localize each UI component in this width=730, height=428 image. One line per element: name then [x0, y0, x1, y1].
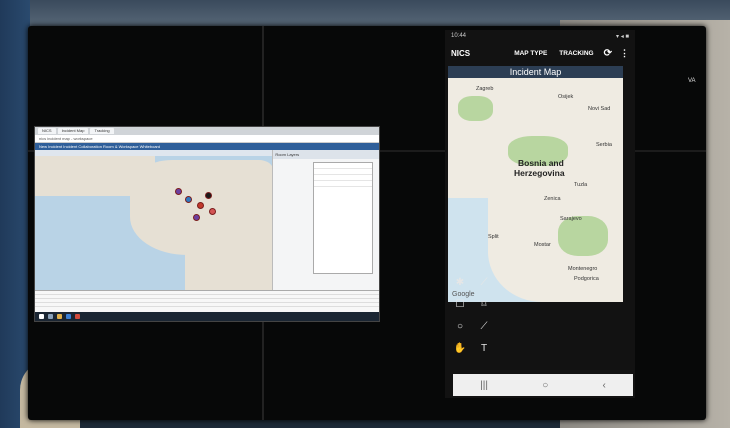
place-label: Serbia: [596, 142, 612, 148]
incident-marker[interactable]: [209, 208, 216, 215]
browser-tab[interactable]: Tracking: [90, 128, 114, 134]
place-label: Montenegro: [568, 266, 598, 272]
home-icon[interactable]: ○: [542, 380, 548, 391]
layers-panel: Room Layers: [272, 150, 379, 290]
place-label: Tuzla: [574, 182, 588, 188]
data-table: [35, 290, 379, 313]
park-area: [558, 216, 608, 256]
app-bar: NICS MAP TYPE TRACKING ⟳ ⋮: [445, 42, 635, 64]
incident-marker[interactable]: [205, 192, 212, 199]
hand-tool-icon[interactable]: ✋: [451, 340, 469, 358]
place-label: Podgorica: [574, 276, 599, 282]
layers-list[interactable]: [313, 162, 374, 274]
incident-marker[interactable]: [193, 214, 200, 221]
place-label: Split: [488, 234, 499, 240]
circle-tool-icon[interactable]: ○: [451, 318, 469, 336]
place-label: Zenica: [544, 196, 561, 202]
refresh-icon[interactable]: ⟳: [604, 48, 612, 59]
browser-tab[interactable]: Incident Map: [57, 128, 89, 134]
tracking-button[interactable]: TRACKING: [559, 50, 593, 57]
folder-icon[interactable]: [57, 314, 62, 319]
windows-start-icon[interactable]: [39, 314, 44, 319]
status-time: 10:44: [451, 33, 467, 39]
status-icons: ▾ ◂ ■: [616, 33, 629, 40]
place-label: Sarajevo: [560, 216, 582, 222]
taskbar: [35, 312, 379, 321]
browser-icon[interactable]: [66, 314, 71, 319]
drawing-toolbar: ✱ ⟋ ☐ ⌑ ○ ⟋ ✋ T: [451, 274, 497, 366]
place-label: Osijek: [558, 94, 574, 100]
table-row[interactable]: [35, 303, 379, 307]
android-nav-bar: ||| ○ ‹: [453, 374, 633, 396]
incident-marker[interactable]: [197, 202, 204, 209]
layers-panel-title: Room Layers: [273, 150, 379, 159]
incident-marker[interactable]: [185, 196, 192, 203]
park-area: [458, 96, 493, 121]
place-label: Zagreb: [476, 86, 494, 92]
browser-tab-bar: NICS Incident Map Tracking: [35, 127, 379, 135]
app-header: New Incident Incident Collaboration Room…: [35, 143, 379, 150]
app-icon[interactable]: [75, 314, 80, 319]
map-header: Incident Map: [448, 66, 623, 78]
rectangle-tool-icon[interactable]: ☐: [451, 296, 469, 314]
incident-map[interactable]: Incident Map Zagreb Osijek Bosnia and He…: [448, 66, 623, 302]
desktop-screen: NICS Incident Map Tracking nics incident…: [34, 126, 380, 322]
address-text: nics incident map - workspace: [39, 136, 93, 141]
app-title: NICS: [451, 48, 471, 58]
more-vert-icon[interactable]: ⋮: [620, 48, 629, 59]
line-tool-icon[interactable]: ⟋: [475, 274, 493, 292]
polygon-tool-icon[interactable]: ⌑: [475, 296, 493, 314]
place-label: Novi Sad: [588, 106, 611, 112]
desktop-map[interactable]: [35, 150, 273, 290]
tablet-screen: 10:44 ▾ ◂ ■ NICS MAP TYPE TRACKING ⟳ ⋮ I…: [445, 30, 635, 398]
place-label: Herzegovina: [514, 168, 565, 178]
browser-tab[interactable]: NICS: [38, 128, 56, 134]
back-icon[interactable]: ‹: [603, 380, 606, 391]
list-item[interactable]: [314, 181, 373, 187]
place-label: Bosnia and: [518, 158, 564, 168]
side-tag: VA: [688, 78, 696, 84]
search-icon[interactable]: [48, 314, 53, 319]
address-bar[interactable]: nics incident map - workspace: [35, 135, 379, 143]
incident-marker[interactable]: [175, 188, 182, 195]
room-wall-left: [0, 0, 30, 428]
asterisk-tool-icon[interactable]: ✱: [451, 274, 469, 292]
map-type-button[interactable]: MAP TYPE: [514, 50, 547, 57]
place-label: Mostar: [534, 242, 551, 248]
text-tool-icon[interactable]: T: [475, 340, 493, 358]
desktop-main: Room Layers: [35, 150, 379, 290]
recents-icon[interactable]: |||: [480, 380, 488, 391]
status-bar: 10:44 ▾ ◂ ■: [445, 30, 635, 42]
map-land: [185, 210, 273, 290]
pencil-tool-icon[interactable]: ⟋: [475, 318, 493, 336]
